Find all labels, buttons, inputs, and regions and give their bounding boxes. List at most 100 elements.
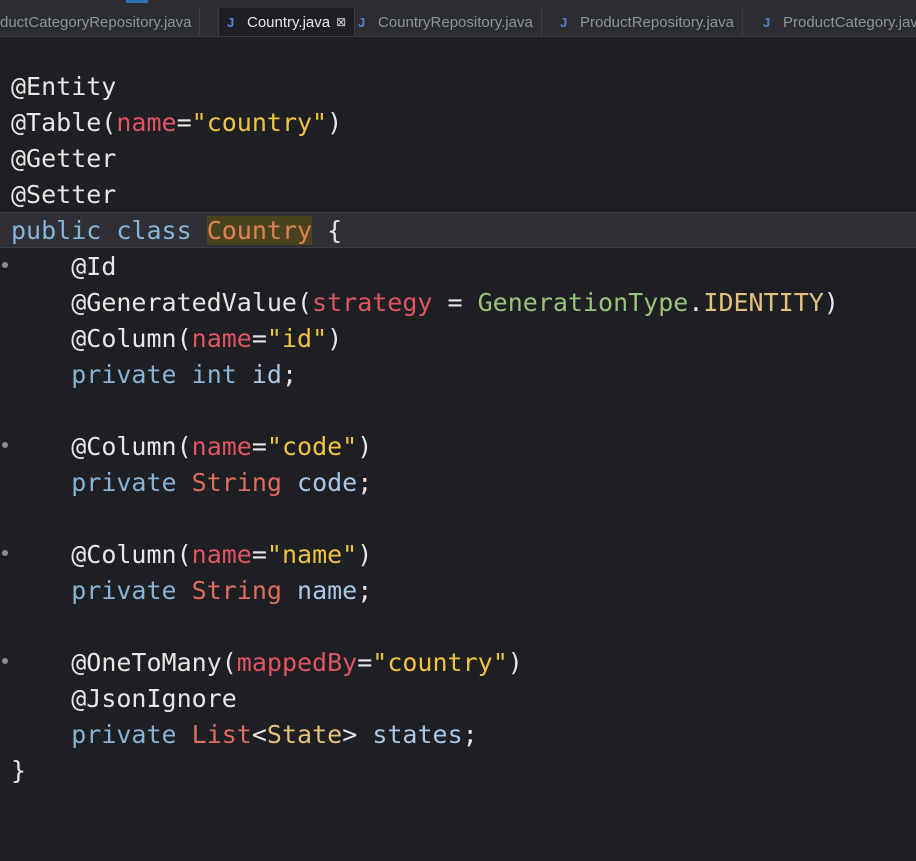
java-file-icon: J [358,14,366,30]
class-name: Country [206,216,313,245]
annotation-attribute: name [116,108,177,137]
tab-label: ductCategoryRepository.java [0,13,192,31]
annotation-column: @Column( [71,324,192,353]
punctuation: = [251,324,267,353]
code-line: @Column(name="code") [0,429,916,465]
punctuation: = [251,540,267,569]
annotation-json-ignore: @JsonIgnore [71,684,237,713]
editor-tab-bar: ductCategoryRepository.java J Country.ja… [0,0,916,37]
fold-marker-icon[interactable] [2,550,8,556]
annotation-setter: @Setter [11,180,117,209]
field-name: name [297,576,358,605]
punctuation: ; [357,468,373,497]
code-line: @GeneratedValue(strategy = GenerationTyp… [0,285,916,321]
tab-product-repository[interactable]: J ProductRepository.java [552,8,743,36]
primitive-type: int [191,360,237,389]
code-line: @Getter [0,141,916,177]
punctuation: ) [357,432,373,461]
enum-constant: IDENTITY [703,288,824,317]
punctuation: ) [357,540,373,569]
punctuation: ) [507,648,523,677]
code-line: @Column(name="name") [0,537,916,573]
punctuation: ; [462,720,478,749]
code-line: @Setter [0,177,916,213]
keyword: private [71,576,177,605]
annotation-attribute: name [191,432,252,461]
brace: { [327,216,343,245]
annotation-attribute: name [191,540,252,569]
annotation-generated-value: @GeneratedValue( [71,288,313,317]
keyword: private [71,720,177,749]
punctuation: > [342,720,358,749]
java-file-icon: J [560,14,568,30]
annotation-one-to-many: @OneToMany( [71,648,237,677]
java-file-icon: J [227,14,235,30]
fold-marker-icon[interactable] [2,658,8,664]
fold-marker-icon[interactable] [2,262,8,268]
type-name: List [191,720,252,749]
code-line: private String code; [0,465,916,501]
annotation-id: @Id [71,252,117,281]
annotation-attribute: mappedBy [236,648,358,677]
code-line: @Entity [0,69,916,105]
code-line: private List<State> states; [0,717,916,753]
tab-product-category[interactable]: J ProductCategory.java [755,8,916,36]
punctuation: = [357,648,373,677]
close-icon[interactable]: ⊠ [336,15,346,29]
code-line: @Id [0,249,916,285]
tab-country[interactable]: J Country.java ⊠ [218,8,356,36]
code-line: private String name; [0,573,916,609]
tab-accent-line [126,0,148,3]
code-line: private int id; [0,357,916,393]
annotation-getter: @Getter [11,144,117,173]
punctuation: . [688,288,704,317]
punctuation: ; [281,360,298,389]
keyword: class [116,216,192,245]
code-line: @JsonIgnore [0,681,916,717]
punctuation: = [432,288,478,317]
string-literal: "name" [266,540,358,569]
code-line: @OneToMany(mappedBy="country") [0,645,916,681]
string-literal: "id" [266,324,328,353]
string-literal: "country" [372,648,508,677]
code-line: } [0,753,916,789]
punctuation: = [251,432,267,461]
punctuation: ) [327,108,343,137]
field-name: code [297,468,358,497]
tab-label: ProductCategory.java [783,13,916,31]
punctuation: ) [327,324,343,353]
code-line: @Table(name="country") [0,105,916,141]
java-file-icon: J [763,14,771,30]
annotation-entity: @Entity [11,72,117,101]
annotation-attribute: strategy [312,288,433,317]
enum-type: GenerationType [477,288,689,317]
annotation-table: @Table( [11,108,117,137]
annotation-column: @Column( [71,540,192,569]
keyword: private [71,360,177,389]
tab-label: CountryRepository.java [378,13,533,31]
punctuation: ) [823,288,839,317]
fold-marker-icon[interactable] [2,442,8,448]
annotation-column: @Column( [71,432,192,461]
tab-label: Country.java [247,13,331,31]
code-line: @Column(name="id") [0,321,916,357]
code-editor[interactable]: @Entity @Table(name="country") @Getter @… [0,37,916,795]
keyword: public [11,216,102,245]
punctuation: = [176,108,192,137]
tab-country-repository[interactable]: J CountryRepository.java [350,8,542,36]
string-literal: "code" [266,432,358,461]
type-name: String [191,468,282,497]
annotation-attribute: name [191,324,252,353]
closing-brace: } [11,756,27,785]
punctuation: ; [357,576,373,605]
keyword: private [71,468,177,497]
field-name: id [251,360,282,389]
type-name: String [191,576,282,605]
tab-label: ProductRepository.java [580,13,734,31]
field-name: states [372,720,463,749]
generic-type: State [266,720,343,749]
tab-product-category-repository[interactable]: ductCategoryRepository.java [0,8,201,36]
punctuation: < [251,720,267,749]
string-literal: "country" [191,108,328,137]
current-line: public class Country { [0,212,916,248]
